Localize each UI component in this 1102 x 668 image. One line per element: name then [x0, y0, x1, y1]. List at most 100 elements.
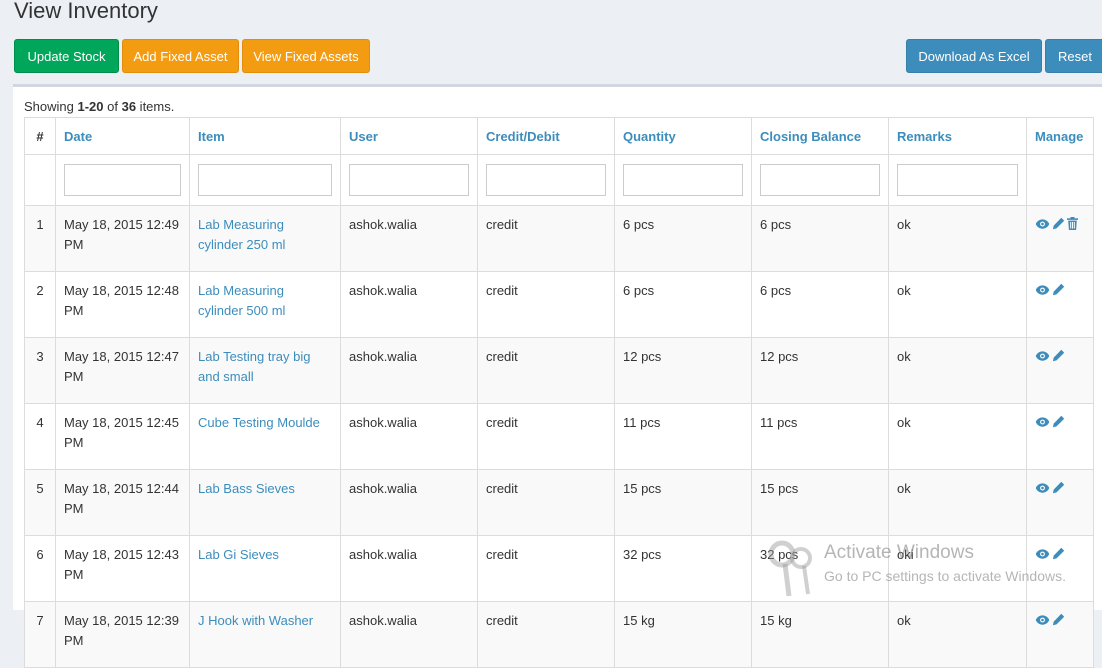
col-header-date[interactable]: Date [55, 117, 190, 155]
row-item: Lab Gi Sieves [189, 535, 341, 602]
eye-icon[interactable] [1035, 480, 1050, 500]
eye-icon[interactable] [1035, 546, 1050, 566]
sort-credit-debit-link[interactable]: Credit/Debit [486, 129, 560, 144]
sort-quantity-link[interactable]: Quantity [623, 129, 676, 144]
download-excel-button[interactable]: Download As Excel [906, 39, 1042, 73]
inventory-grid-box: Showing 1-20 of 36 items. # Date Item Us… [13, 84, 1102, 668]
pencil-icon[interactable] [1052, 480, 1065, 500]
row-quantity: 11 pcs [614, 403, 752, 470]
key-icon [768, 540, 812, 597]
col-header-item[interactable]: Item [189, 117, 341, 155]
item-link[interactable]: J Hook with Washer [198, 613, 313, 628]
eye-icon[interactable] [1035, 612, 1050, 632]
pencil-icon[interactable] [1052, 414, 1065, 434]
row-manage-actions [1026, 601, 1094, 668]
filter-cell-closing-balance [751, 154, 889, 206]
filter-remarks-input[interactable] [897, 164, 1018, 196]
row-user: ashok.walia [340, 403, 478, 470]
row-number: 5 [24, 469, 56, 536]
col-header-quantity[interactable]: Quantity [614, 117, 752, 155]
filter-cell-user [340, 154, 478, 206]
row-item: Lab Testing tray big and small [189, 337, 341, 404]
eye-icon[interactable] [1035, 282, 1050, 302]
table-row: 2 May 18, 2015 12:48 PM Lab Measuring cyli… [24, 271, 1094, 338]
col-header-closing-balance[interactable]: Closing Balance [751, 117, 889, 155]
sort-user-link[interactable]: User [349, 129, 378, 144]
col-header-credit-debit[interactable]: Credit/Debit [477, 117, 615, 155]
row-date: May 18, 2015 12:45 PM [55, 403, 190, 470]
row-item: Lab Measuring cylinder 250 ml [189, 205, 341, 272]
row-credit-debit: credit [477, 337, 615, 404]
item-link[interactable]: Lab Measuring cylinder 500 ml [198, 283, 285, 318]
row-credit-debit: credit [477, 535, 615, 602]
summary-suffix: items. [136, 99, 175, 114]
item-link[interactable]: Cube Testing Moulde [198, 415, 320, 430]
filter-row [24, 154, 1094, 206]
row-quantity: 15 kg [614, 601, 752, 668]
pencil-icon[interactable] [1052, 546, 1065, 566]
row-remarks: ok [888, 469, 1027, 536]
manage-header-label: Manage [1035, 128, 1084, 144]
trash-icon[interactable] [1067, 216, 1078, 236]
table-body: 1 May 18, 2015 12:49 PM Lab Measuring cyli… [24, 205, 1094, 668]
row-manage-actions [1026, 205, 1094, 272]
row-number: 3 [24, 337, 56, 404]
summary-of: of [103, 99, 122, 114]
filter-cell-date [55, 154, 190, 206]
filter-quantity-input[interactable] [623, 164, 743, 196]
row-number: 7 [24, 601, 56, 668]
row-closing-balance: 15 kg [751, 601, 889, 668]
view-fixed-assets-button[interactable]: View Fixed Assets [242, 39, 370, 73]
row-remarks: ok [888, 601, 1027, 668]
update-stock-button[interactable]: Update Stock [14, 39, 119, 73]
table-row: 5 May 18, 2015 12:44 PM Lab Bass Sieves ash… [24, 469, 1094, 536]
row-number: 2 [24, 271, 56, 338]
reset-button[interactable]: Reset [1045, 39, 1102, 73]
row-date: May 18, 2015 12:47 PM [55, 337, 190, 404]
item-link[interactable]: Lab Bass Sieves [198, 481, 295, 496]
filter-credit-debit-input[interactable] [486, 164, 606, 196]
pencil-icon[interactable] [1052, 348, 1065, 368]
row-closing-balance: 11 pcs [751, 403, 889, 470]
pencil-icon[interactable] [1052, 216, 1065, 236]
sort-closing-balance-link[interactable]: Closing Balance [760, 129, 861, 144]
filter-closing-balance-input[interactable] [760, 164, 880, 196]
filter-cell-remarks [888, 154, 1027, 206]
eye-icon[interactable] [1035, 348, 1050, 368]
sort-date-link[interactable]: Date [64, 129, 92, 144]
row-quantity: 32 pcs [614, 535, 752, 602]
item-link[interactable]: Lab Measuring cylinder 250 ml [198, 217, 285, 252]
filter-cell-manage [1026, 154, 1094, 206]
filter-user-input[interactable] [349, 164, 469, 196]
summary-total: 36 [121, 99, 137, 114]
col-header-remarks[interactable]: Remarks [888, 117, 1027, 155]
sort-remarks-link[interactable]: Remarks [897, 129, 952, 144]
col-header-num: # [24, 117, 56, 155]
row-remarks: ok [888, 205, 1027, 272]
item-link[interactable]: Lab Gi Sieves [198, 547, 279, 562]
item-link[interactable]: Lab Testing tray big and small [198, 349, 311, 384]
eye-icon[interactable] [1035, 414, 1050, 434]
row-user: ashok.walia [340, 205, 478, 272]
row-quantity: 15 pcs [614, 469, 752, 536]
row-manage-actions [1026, 469, 1094, 536]
add-fixed-asset-button[interactable]: Add Fixed Asset [122, 39, 239, 73]
row-quantity: 6 pcs [614, 205, 752, 272]
filter-date-input[interactable] [64, 164, 181, 196]
filter-item-input[interactable] [198, 164, 332, 196]
pencil-icon[interactable] [1052, 612, 1065, 632]
inventory-table: # Date Item User Credit/Debit Quantity C… [24, 117, 1094, 668]
pencil-icon[interactable] [1052, 282, 1065, 302]
row-credit-debit: credit [477, 469, 615, 536]
filter-cell-num [24, 154, 56, 206]
filter-cell-item [189, 154, 341, 206]
row-date: May 18, 2015 12:48 PM [55, 271, 190, 338]
row-closing-balance: 12 pcs [751, 337, 889, 404]
windows-activation-watermark: Activate Windows Go to PC settings to ac… [768, 538, 1066, 601]
col-header-user[interactable]: User [340, 117, 478, 155]
page-title: View Inventory [14, 0, 158, 23]
row-user: ashok.walia [340, 337, 478, 404]
sort-item-link[interactable]: Item [198, 129, 225, 144]
row-manage-actions [1026, 271, 1094, 338]
eye-icon[interactable] [1035, 216, 1050, 236]
